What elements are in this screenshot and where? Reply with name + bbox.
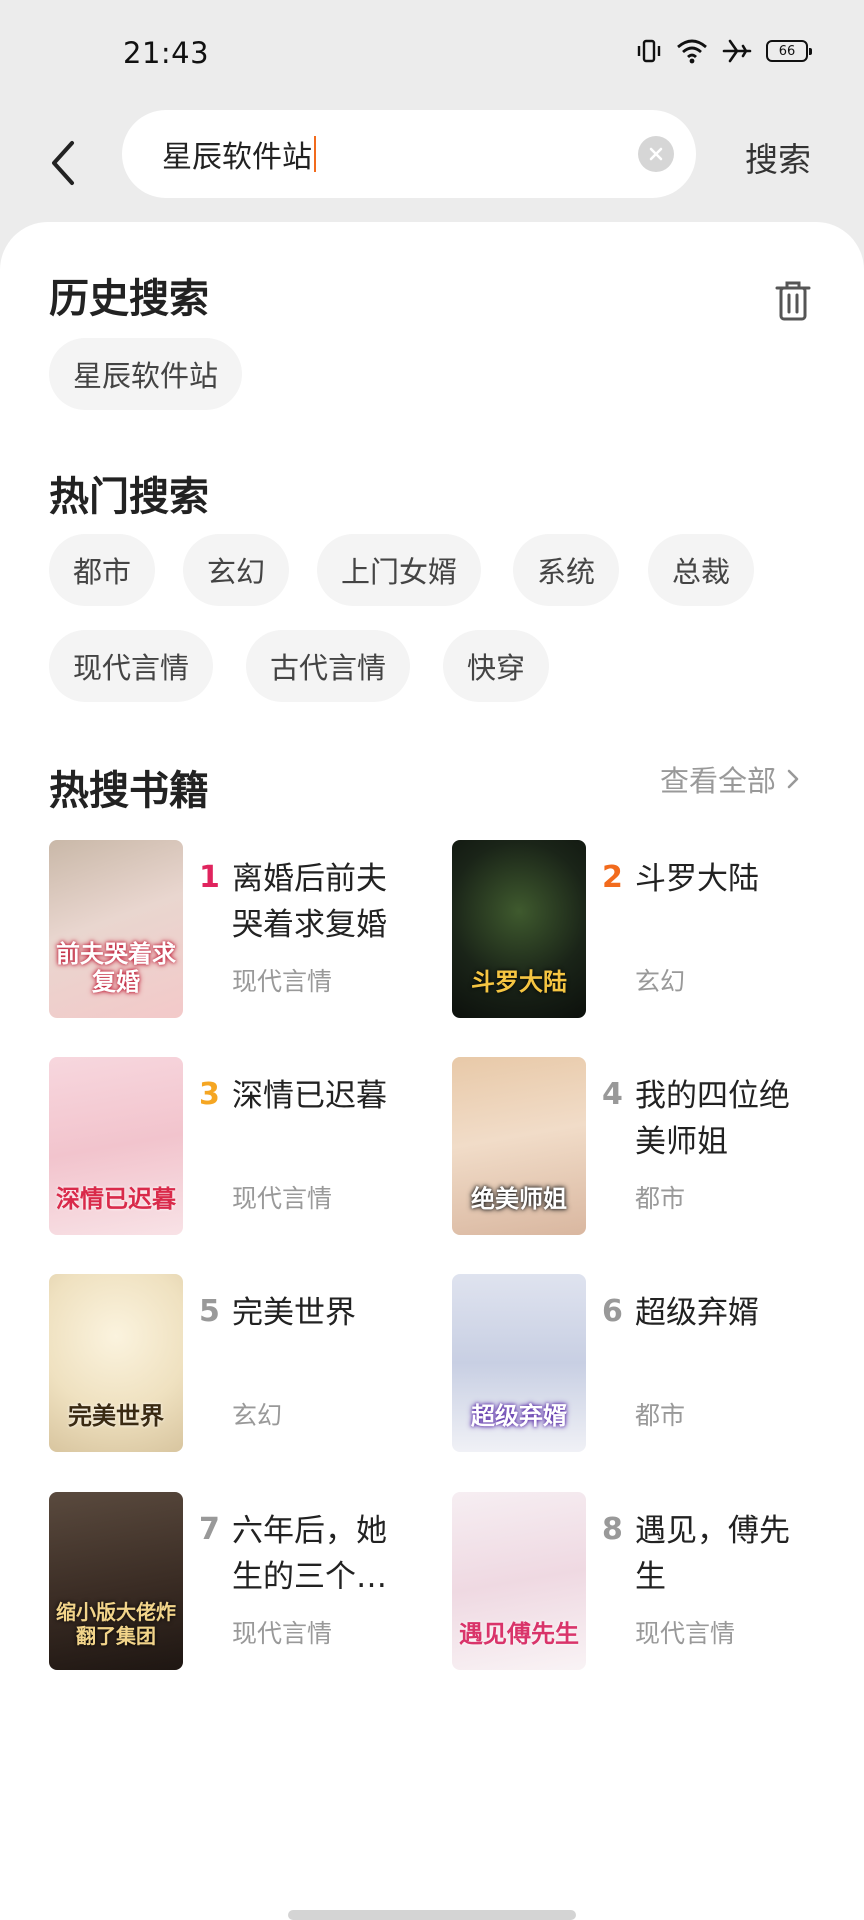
book-genre: 现代言情 (232, 1619, 333, 1648)
book-rank: 6 (602, 1294, 623, 1329)
book-cover: 完美世界 (49, 1274, 183, 1452)
hot-tag[interactable]: 现代言情 (49, 630, 214, 702)
search-header: 星辰软件站 搜索 (0, 108, 864, 220)
status-icons: 66 (636, 38, 812, 64)
book-item[interactable]: 绝美师姐 4 我的四位绝美师姐 都市 (452, 1057, 852, 1237)
book-title: 完美世界 (232, 1295, 356, 1331)
cover-title: 完美世界 (68, 1401, 164, 1430)
search-input[interactable]: 星辰软件站 (122, 110, 696, 198)
book-title: 超级弃婿 (635, 1295, 759, 1331)
history-chip[interactable]: 星辰软件站 (49, 338, 243, 410)
hot-books-title: 热搜书籍 (49, 768, 209, 814)
book-rank: 1 (199, 860, 220, 895)
book-genre: 现代言情 (232, 1184, 333, 1213)
hot-tag[interactable]: 系统 (513, 534, 620, 606)
search-content: 历史搜索 星辰软件站 热门搜索 都市 玄幻 上门女婿 系统 总裁 现代言情 古代… (0, 222, 864, 1920)
wifi-icon (676, 38, 708, 64)
battery-icon: 66 (766, 40, 812, 62)
book-rank: 4 (602, 1077, 623, 1112)
book-title: 深情已迟暮 (232, 1078, 387, 1114)
book-rank: 3 (199, 1077, 220, 1112)
chevron-right-icon (787, 769, 799, 789)
book-item[interactable]: 斗罗大陆 2 斗罗大陆 玄幻 (452, 840, 852, 1020)
book-rank: 7 (199, 1512, 220, 1547)
vibrate-icon (636, 38, 662, 64)
book-item[interactable]: 完美世界 5 完美世界 玄幻 (49, 1274, 449, 1454)
hot-tag[interactable]: 上门女婿 (317, 534, 482, 606)
cover-title: 前夫哭着求复婚 (56, 939, 176, 996)
hot-search-title: 热门搜索 (49, 474, 209, 520)
home-indicator[interactable] (288, 1910, 576, 1920)
book-cover: 绝美师姐 (452, 1057, 586, 1235)
view-all-label: 查看全部 (660, 764, 777, 798)
book-item[interactable]: 前夫哭着求复婚 1 离婚后前夫哭着求复婚 现代言情 (49, 840, 449, 1020)
book-item[interactable]: 遇见傅先生 8 遇见，傅先生 现代言情 (452, 1492, 852, 1672)
clear-history-button[interactable] (770, 278, 816, 324)
book-title: 我的四位绝美师姐 (635, 1078, 790, 1160)
book-genre: 现代言情 (635, 1619, 736, 1648)
text-cursor (314, 136, 316, 172)
cover-title: 遇见傅先生 (459, 1619, 579, 1648)
hot-tag[interactable]: 古代言情 (246, 630, 411, 702)
book-rank: 2 (602, 860, 623, 895)
book-genre: 现代言情 (232, 967, 333, 996)
clear-search-button[interactable] (638, 136, 674, 172)
book-title: 六年后，她生的三个… (232, 1513, 387, 1595)
search-button[interactable]: 搜索 (745, 133, 811, 181)
view-all-link[interactable]: 查看全部 (660, 758, 800, 800)
book-genre: 都市 (635, 1401, 686, 1430)
search-query-text: 星辰软件站 (162, 140, 312, 175)
book-item[interactable]: 深情已迟暮 3 深情已迟暮 现代言情 (49, 1057, 449, 1237)
hot-tag[interactable]: 玄幻 (183, 534, 290, 606)
book-cover: 斗罗大陆 (452, 840, 586, 1018)
close-icon (649, 147, 663, 161)
cover-title: 超级弃婿 (471, 1401, 567, 1430)
book-cover: 超级弃婿 (452, 1274, 586, 1452)
cover-title: 缩小版大佬炸翻了集团 (56, 1600, 176, 1648)
back-button[interactable] (40, 130, 86, 196)
cover-title: 深情已迟暮 (56, 1184, 176, 1213)
status-time: 21:43 (123, 36, 210, 70)
back-arrow-icon (52, 141, 74, 185)
book-genre: 玄幻 (635, 967, 686, 996)
book-rank: 8 (602, 1512, 623, 1547)
airplane-mode-icon (722, 38, 752, 64)
status-bar: 21:43 66 (0, 0, 864, 108)
book-item[interactable]: 超级弃婿 6 超级弃婿 都市 (452, 1274, 852, 1454)
book-cover: 深情已迟暮 (49, 1057, 183, 1235)
cover-title: 斗罗大陆 (471, 967, 567, 996)
trash-icon (775, 281, 811, 321)
book-title: 离婚后前夫哭着求复婚 (232, 861, 387, 943)
book-title: 斗罗大陆 (635, 861, 759, 897)
book-genre: 玄幻 (232, 1401, 283, 1430)
hot-tag[interactable]: 快穿 (443, 630, 550, 702)
book-cover: 前夫哭着求复婚 (49, 840, 183, 1018)
book-cover: 遇见傅先生 (452, 1492, 586, 1670)
hot-tag[interactable]: 都市 (49, 534, 156, 606)
book-item[interactable]: 缩小版大佬炸翻了集团 7 六年后，她生的三个… 现代言情 (49, 1492, 449, 1672)
hot-tag[interactable]: 总裁 (648, 534, 755, 606)
cover-title: 绝美师姐 (471, 1184, 567, 1213)
book-rank: 5 (199, 1294, 220, 1329)
book-genre: 都市 (635, 1184, 686, 1213)
book-cover: 缩小版大佬炸翻了集团 (49, 1492, 183, 1670)
history-title: 历史搜索 (49, 276, 209, 322)
book-title: 遇见，傅先生 (635, 1513, 790, 1595)
